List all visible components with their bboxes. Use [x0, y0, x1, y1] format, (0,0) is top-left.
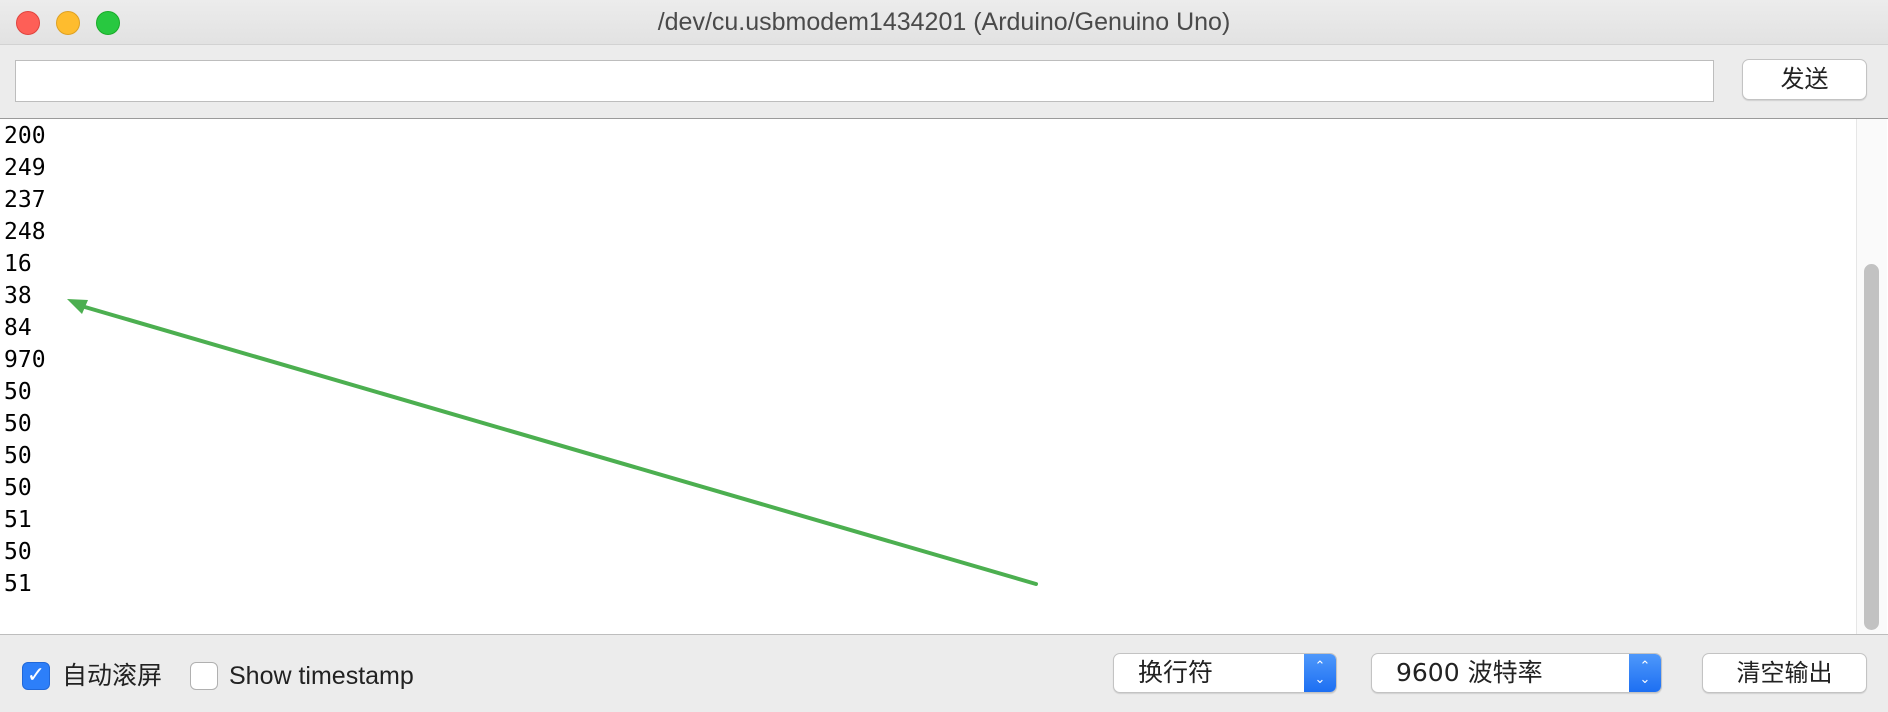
- chevron-updown-icon: ⌃ ⌄: [1629, 654, 1661, 692]
- arrow-icon: [67, 299, 1038, 586]
- line-ending-select[interactable]: 换行符 ⌃ ⌄: [1113, 653, 1337, 693]
- baud-rate-value: 9600 波特率: [1396, 658, 1543, 687]
- line-ending-value: 换行符: [1138, 658, 1214, 687]
- output-scrollbar[interactable]: [1856, 119, 1887, 634]
- window-title: /dev/cu.usbmodem1434201 (Arduino/Genuino…: [657, 8, 1231, 36]
- serial-monitor-window: /dev/cu.usbmodem1434201 (Arduino/Genuino…: [0, 0, 1888, 712]
- autoscroll-label: 自动滚屏: [62, 661, 163, 690]
- scrollbar-thumb[interactable]: [1864, 264, 1879, 630]
- clear-output-button[interactable]: 清空输出: [1702, 653, 1867, 693]
- checkmark-icon: ✓: [26, 663, 46, 688]
- chevron-updown-icon: ⌃ ⌄: [1304, 654, 1336, 692]
- baud-rate-select[interactable]: 9600 波特率 ⌃ ⌄: [1371, 653, 1662, 693]
- timestamp-checkbox[interactable]: [190, 662, 218, 690]
- title-bar: /dev/cu.usbmodem1434201 (Arduino/Genuino…: [0, 0, 1888, 45]
- serial-output[interactable]: 200 249 237 248 16 38 84 970 50 50 50 50 51 50 51: [0, 118, 1888, 635]
- send-input[interactable]: [15, 60, 1714, 102]
- autoscroll-checkbox[interactable]: ✓: [22, 662, 50, 690]
- timestamp-label: Show timestamp: [229, 662, 414, 690]
- send-button[interactable]: 发送: [1742, 59, 1867, 100]
